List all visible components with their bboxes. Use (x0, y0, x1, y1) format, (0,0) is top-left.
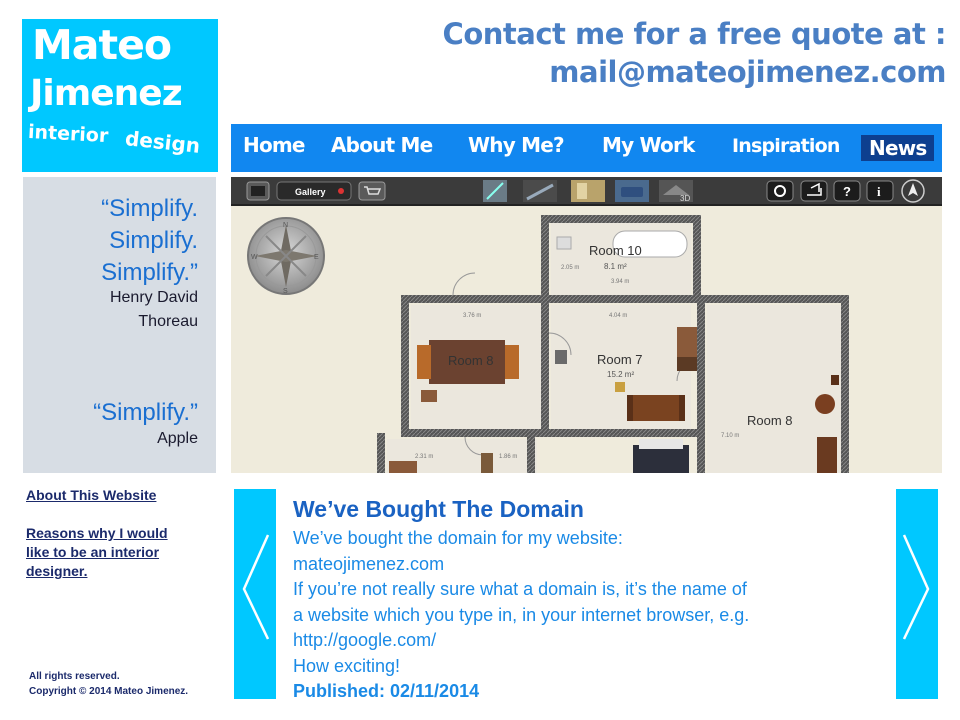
quote-2: “Simplify.” (93, 399, 198, 426)
cart-icon (358, 181, 386, 201)
copyright-text: Copyright © 2014 Mateo Jimenez. (29, 686, 189, 697)
nav-my-work[interactable]: My Work (602, 133, 695, 157)
about-website-link[interactable]: About This Website (26, 486, 156, 505)
quote-1-line-2: Simplify. (109, 227, 198, 254)
next-arrow-button[interactable] (896, 489, 938, 699)
logo-line-3: interior (27, 120, 109, 148)
main-nav: Home About Me Why Me? My Work Inspiratio… (231, 124, 942, 172)
news-line-2: mateojimenez.com (293, 553, 445, 574)
rights-text: All rights reserved. (29, 671, 120, 682)
quote-1-author-line-1: Henry David (109, 289, 198, 306)
chevron-right-icon (902, 534, 930, 640)
reasons-link-line-1[interactable]: Reasons why I would (26, 524, 168, 543)
contact-email[interactable]: mail@mateojimenez.com (549, 55, 946, 89)
dim-4: 2.05 m (561, 265, 579, 271)
room-label-7: Room 7 (597, 352, 643, 367)
news-line-3: If you’re not really sure what a domain … (293, 579, 747, 599)
news-title: We’ve Bought The Domain (293, 496, 584, 522)
gallery-label: Gallery (295, 187, 326, 197)
nav-news[interactable]: News (861, 135, 935, 161)
dim-1: 3.76 m (463, 313, 481, 319)
nav-about-me[interactable]: About Me (331, 133, 433, 157)
logo-line-1: Mateo (32, 21, 172, 69)
logo-line-2: Jimenez (30, 73, 183, 114)
contact-heading: Contact me for a free quote at : (442, 17, 947, 51)
room-area-7: 15.2 m² (607, 370, 634, 379)
nav-why-me[interactable]: Why Me? (468, 133, 565, 157)
news-line-5: http://google.com/ (293, 630, 437, 650)
news-line-1: We’ve bought the domain for my website: (293, 528, 623, 548)
toolbar-plan-icon (246, 181, 270, 201)
compass-rose: N S E W (247, 217, 325, 295)
site-logo[interactable]: Mateo Jimenez interior design (22, 19, 218, 172)
chevron-left-icon (242, 534, 270, 640)
dim-3: 3.94 m (611, 279, 629, 285)
nav-inspiration[interactable]: Inspiration (732, 135, 840, 157)
news-line-4: a website which you type in, in your int… (293, 604, 750, 625)
quote-2-author: Apple (157, 430, 198, 447)
news-published-date: Published: 02/11/2014 (293, 681, 480, 701)
dim-6: 1.86 m (499, 454, 517, 460)
room-label-8a: Room 8 (448, 353, 494, 368)
svg-text:W: W (251, 254, 258, 261)
reasons-link[interactable]: Reasons why I would like to be an interi… (26, 524, 168, 581)
quotes-panel: “Simplify. Simplify. Simplify.” Henry Da… (23, 177, 216, 473)
news-line-6: How exciting! (293, 655, 401, 676)
quote-1-line-1: “Simplify. (101, 195, 198, 222)
nav-home[interactable]: Home (243, 133, 305, 157)
prev-arrow-button[interactable] (234, 489, 276, 699)
reasons-link-line-3[interactable]: designer. (26, 562, 168, 581)
quote-1-author-line-2: Thoreau (138, 313, 198, 330)
quote-1-line-3: Simplify.” (101, 259, 198, 286)
logo-line-4: design (123, 126, 202, 158)
reasons-link-line-2[interactable]: like to be an interior (26, 543, 168, 562)
dim-5: 2.31 m (415, 454, 433, 460)
svg-text:E: E (314, 254, 319, 261)
svg-text:N: N (283, 222, 288, 229)
dim-2: 4.04 m (609, 313, 627, 319)
news-body: We’ve bought the domain for my website: … (293, 526, 893, 679)
info-icon: i (877, 184, 881, 199)
help-icon: ? (843, 184, 851, 199)
svg-text:S: S (283, 288, 288, 295)
room-area-10: 8.1 m² (604, 262, 627, 271)
room-label-10: Room 10 (589, 243, 642, 258)
floor-plan-image: Gallery 3D ? i N S E W Room 10 8.1 m² Ro… (231, 177, 942, 473)
room-label-8b: Room 8 (747, 413, 793, 428)
view-3d-label: 3D (680, 194, 690, 203)
dim-7: 7.10 m (721, 433, 739, 439)
